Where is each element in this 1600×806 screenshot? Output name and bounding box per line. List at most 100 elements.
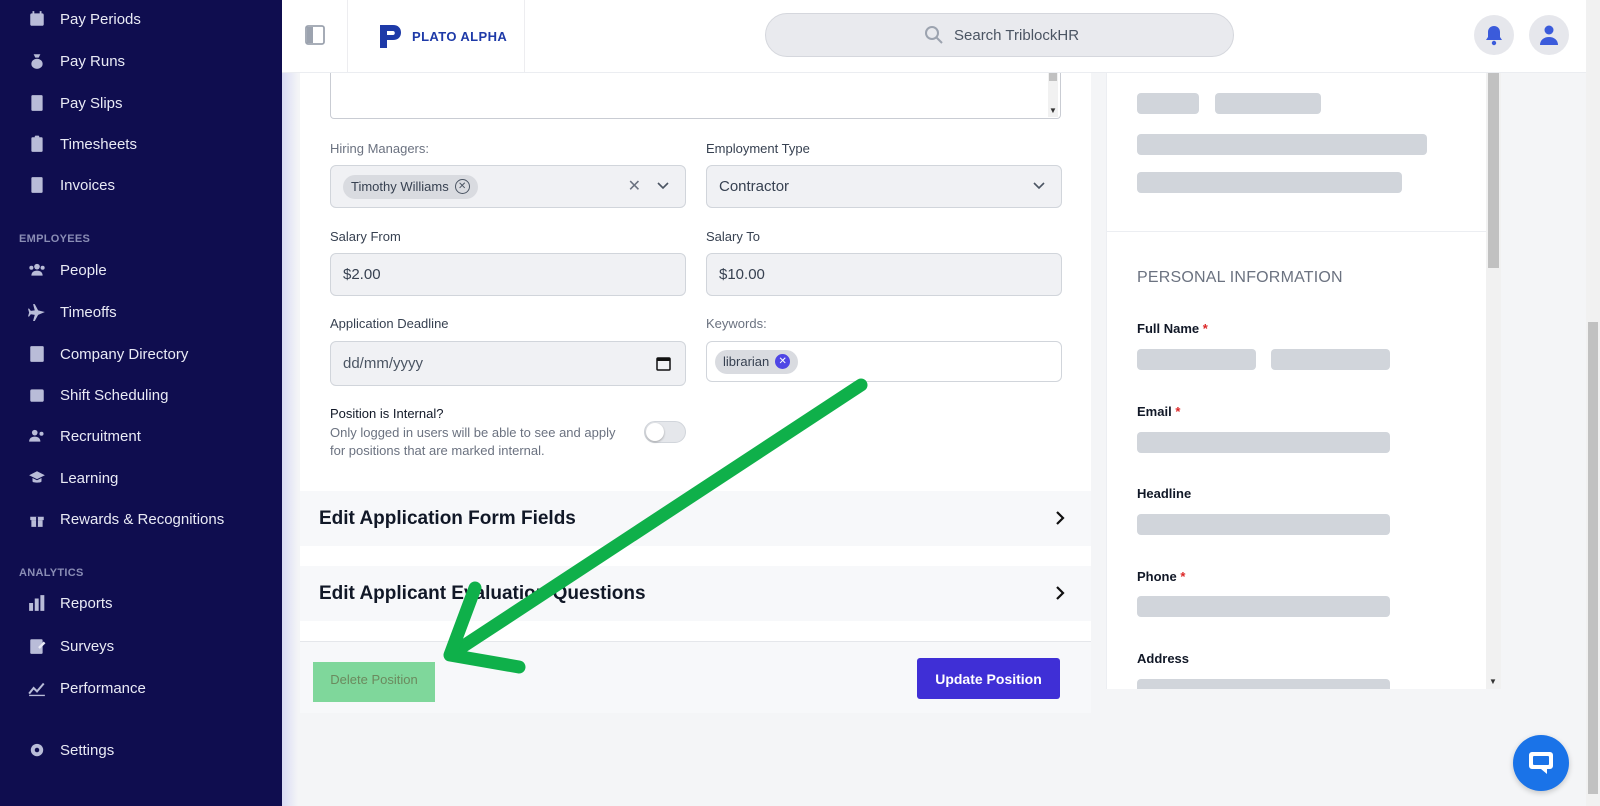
sidebar-item-invoices[interactable]: Invoices bbox=[26, 172, 115, 198]
accordion-application-form-fields[interactable]: Edit Application Form Fields bbox=[300, 491, 1091, 546]
salary-to-input[interactable]: $10.00 bbox=[706, 253, 1062, 296]
sidebar: Pay Periods Pay Runs Pay Slips Timesheet… bbox=[0, 0, 282, 806]
chat-support-button[interactable] bbox=[1513, 735, 1569, 791]
graduation-cap-icon bbox=[26, 467, 48, 489]
plane-icon bbox=[26, 301, 48, 323]
skeleton-placeholder bbox=[1137, 134, 1427, 155]
sidebar-item-settings[interactable]: Settings bbox=[26, 737, 114, 763]
trend-line-icon bbox=[26, 677, 48, 699]
sidebar-item-label: Timeoffs bbox=[60, 303, 117, 321]
sidebar-toggle-icon[interactable] bbox=[304, 24, 326, 46]
sidebar-item-label: Company Directory bbox=[60, 345, 189, 363]
salary-from-input[interactable]: $2.00 bbox=[330, 253, 686, 296]
sidebar-item-label: Rewards & Recognitions bbox=[60, 510, 225, 528]
sidebar-item-shift-scheduling[interactable]: Shift Scheduling bbox=[26, 382, 168, 408]
textarea-scrollbar[interactable]: ▼ bbox=[1048, 73, 1058, 117]
skeleton-placeholder bbox=[1215, 93, 1321, 114]
app-logo[interactable]: PLATO ALPHA bbox=[347, 0, 525, 72]
sidebar-item-pay-runs[interactable]: Pay Runs bbox=[26, 48, 125, 74]
invoice-icon bbox=[26, 174, 48, 196]
page-scrollbar[interactable] bbox=[1586, 0, 1600, 806]
logo-text: PLATO ALPHA bbox=[412, 28, 508, 44]
user-icon bbox=[1540, 25, 1558, 45]
sidebar-item-label: Timesheets bbox=[60, 135, 137, 153]
sidebar-item-pay-slips[interactable]: Pay Slips bbox=[26, 90, 123, 116]
accordion-evaluation-questions[interactable]: Edit Applicant Evaluation Questions bbox=[300, 566, 1091, 621]
skeleton-placeholder bbox=[1137, 93, 1199, 114]
sidebar-section-analytics: ANALYTICS bbox=[19, 567, 84, 579]
sidebar-item-timesheets[interactable]: Timesheets bbox=[26, 131, 137, 157]
email-placeholder bbox=[1137, 432, 1390, 453]
form-footer: Delete Position Update Position bbox=[300, 641, 1091, 713]
hiring-manager-chip: Timothy Williams ✕ bbox=[343, 174, 478, 199]
accordion-title: Edit Applicant Evaluation Questions bbox=[319, 582, 646, 604]
sidebar-item-label: Pay Runs bbox=[60, 52, 126, 70]
sidebar-item-learning[interactable]: Learning bbox=[26, 465, 118, 491]
update-position-button[interactable]: Update Position bbox=[917, 658, 1060, 699]
sidebar-item-company-directory[interactable]: Company Directory bbox=[26, 341, 188, 367]
accordion-title: Edit Application Form Fields bbox=[319, 507, 576, 529]
sidebar-item-people[interactable]: People bbox=[26, 257, 107, 283]
keywords-label: Keywords: bbox=[706, 316, 767, 331]
headline-label: Headline bbox=[1137, 486, 1192, 501]
sidebar-item-rewards[interactable]: Rewards & Recognitions bbox=[26, 506, 224, 532]
sidebar-item-timeoffs[interactable]: Timeoffs bbox=[26, 299, 117, 325]
bell-icon bbox=[1486, 26, 1502, 46]
panel-scrollbar[interactable]: ▼ bbox=[1486, 73, 1501, 689]
sidebar-item-label: People bbox=[60, 261, 107, 279]
email-label: Email * bbox=[1137, 404, 1181, 419]
salary-to-value: $10.00 bbox=[719, 266, 765, 283]
sidebar-section-employees: EMPLOYEES bbox=[19, 233, 91, 245]
gear-icon bbox=[26, 739, 48, 761]
search-input[interactable]: Search TriblockHR bbox=[765, 13, 1234, 57]
description-textarea[interactable]: ▼ bbox=[330, 73, 1061, 119]
chip-label: Timothy Williams bbox=[351, 179, 449, 194]
address-label: Address bbox=[1137, 651, 1190, 666]
delete-position-button[interactable]: Delete Position bbox=[313, 662, 435, 702]
phone-label: Phone * bbox=[1137, 569, 1186, 584]
position-form: ▼ Hiring Managers: Timothy Williams ✕ ✕ … bbox=[300, 73, 1091, 713]
employment-type-value: Contractor bbox=[719, 178, 790, 195]
chip-label: librarian bbox=[723, 354, 770, 369]
recruitment-icon bbox=[26, 425, 48, 447]
keyword-chip: librarian ✕ bbox=[715, 349, 799, 374]
content-edge-shadow bbox=[282, 73, 298, 806]
full-name-label: Full Name * bbox=[1137, 321, 1208, 336]
sidebar-item-label: Pay Slips bbox=[60, 94, 123, 112]
sidebar-item-label: Performance bbox=[60, 679, 146, 697]
application-form-preview: PERSONAL INFORMATION Full Name * Email *… bbox=[1106, 73, 1501, 689]
notifications-button[interactable] bbox=[1474, 15, 1514, 55]
chip-remove-icon[interactable]: ✕ bbox=[454, 179, 470, 194]
chevron-down-icon bbox=[1033, 182, 1045, 190]
sidebar-item-label: Settings bbox=[60, 741, 115, 759]
chip-remove-icon[interactable]: ✕ bbox=[775, 354, 791, 369]
sidebar-item-label: Learning bbox=[60, 469, 119, 487]
hiring-managers-select[interactable]: Timothy Williams ✕ ✕ bbox=[330, 165, 686, 208]
search-placeholder: Search TriblockHR bbox=[954, 26, 1080, 44]
sidebar-item-reports[interactable]: Reports bbox=[26, 590, 113, 616]
employment-type-select[interactable]: Contractor bbox=[706, 165, 1062, 208]
survey-icon bbox=[26, 635, 48, 657]
last-name-placeholder bbox=[1271, 349, 1390, 370]
salary-to-label: Salary To bbox=[706, 229, 760, 244]
sidebar-item-pay-periods[interactable]: Pay Periods bbox=[26, 6, 141, 32]
user-avatar-button[interactable] bbox=[1529, 15, 1569, 55]
document-icon bbox=[26, 92, 48, 114]
application-deadline-input[interactable]: dd/mm/yyyy bbox=[330, 341, 686, 386]
chat-icon bbox=[1529, 752, 1553, 774]
top-header: PLATO ALPHA Search TriblockHR bbox=[282, 0, 1586, 73]
application-deadline-label: Application Deadline bbox=[330, 316, 449, 331]
phone-placeholder bbox=[1137, 596, 1390, 617]
scroll-down-icon: ▼ bbox=[1489, 677, 1497, 686]
keywords-input[interactable]: librarian ✕ bbox=[706, 341, 1062, 382]
sidebar-item-surveys[interactable]: Surveys bbox=[26, 633, 114, 659]
calendar-icon[interactable] bbox=[656, 356, 671, 371]
clear-icon[interactable]: ✕ bbox=[628, 176, 641, 196]
sidebar-item-performance[interactable]: Performance bbox=[26, 675, 146, 701]
chevron-right-icon bbox=[1056, 586, 1065, 600]
sidebar-item-recruitment[interactable]: Recruitment bbox=[26, 423, 141, 449]
chevron-down-icon[interactable] bbox=[657, 182, 669, 190]
first-name-placeholder bbox=[1137, 349, 1256, 370]
chevron-right-icon bbox=[1056, 511, 1065, 525]
position-internal-toggle[interactable] bbox=[644, 421, 686, 443]
